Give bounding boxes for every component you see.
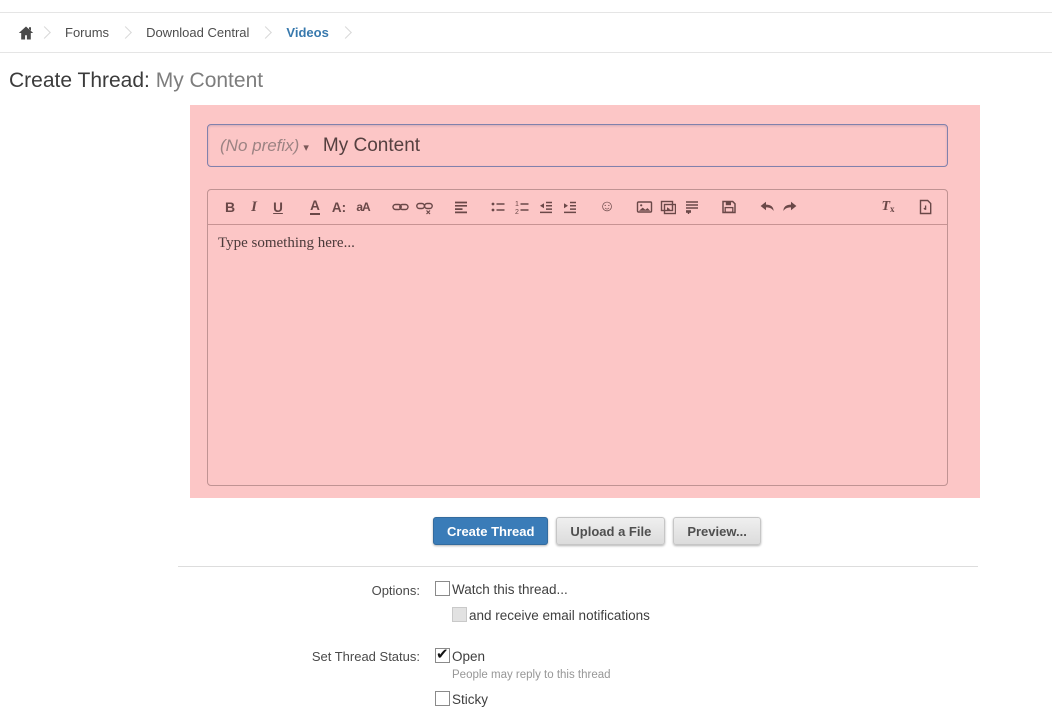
outdent-icon[interactable] [534,194,558,220]
thread-title-value: My Content [323,135,420,157]
editor-toolbar: B I U A A: aA 12 [208,190,947,225]
prefix-dropdown[interactable]: (No prefix) ▾ [220,136,309,156]
sticky-checkbox[interactable] [435,691,450,706]
rich-text-editor: B I U A A: aA 12 [207,189,948,486]
insert-link-icon[interactable] [388,194,412,220]
open-checkbox[interactable] [435,648,450,663]
font-size-icon[interactable]: A: [327,194,351,220]
breadcrumb-label: Forums [59,25,115,40]
breadcrumb-item-videos[interactable]: Videos [280,25,334,40]
text-color-icon[interactable]: A [303,194,327,220]
save-draft-icon[interactable] [717,194,741,220]
bold-icon[interactable]: B [218,194,242,220]
section-divider [178,566,978,567]
sticky-label: Sticky [452,691,488,708]
create-thread-page: Forums Download Central Videos Create Th… [0,0,1052,713]
page-title-thread-name: My Content [156,69,263,92]
open-hint: People may reply to this thread [452,669,611,681]
thread-status-label: Set Thread Status: [0,649,420,664]
ordered-list-icon[interactable]: 12 [510,194,534,220]
svg-text:1: 1 [515,201,519,208]
bb-code-editor-icon[interactable] [913,194,937,220]
insert-quote-icon[interactable] [680,194,704,220]
undo-icon[interactable] [754,194,778,220]
redo-icon[interactable] [778,194,802,220]
breadcrumb-label: Download Central [140,25,255,40]
options-label: Options: [0,583,420,598]
page-title: Create Thread: My Content [9,69,263,93]
unlink-icon[interactable] [412,194,436,220]
remove-formatting-icon[interactable]: Tx [876,194,900,220]
thread-form-highlight-panel: (No prefix) ▾ My Content B I U A A: aA [190,105,980,498]
preview-button[interactable]: Preview... [673,517,761,545]
form-actions: Create Thread Upload a File Preview... [433,517,761,545]
open-label: Open [452,648,485,665]
svg-text:2: 2 [515,209,519,215]
thread-title-input[interactable]: (No prefix) ▾ My Content [207,124,948,167]
watch-thread-checkbox-row[interactable]: Watch this thread... [435,581,568,598]
watch-thread-label: Watch this thread... [452,581,568,598]
unordered-list-icon[interactable] [486,194,510,220]
insert-image-icon[interactable] [632,194,656,220]
sticky-checkbox-row[interactable]: Sticky [435,691,488,708]
insert-media-icon[interactable] [656,194,680,220]
chevron-down-icon: ▾ [303,141,309,154]
alignment-icon[interactable] [449,194,473,220]
open-checkbox-row[interactable]: Open [435,648,485,665]
prefix-dropdown-value: (No prefix) [220,136,299,156]
breadcrumb-separator [119,26,132,39]
create-thread-button[interactable]: Create Thread [433,517,548,545]
home-icon[interactable] [18,25,34,41]
email-notify-label: and receive email notifications [469,607,650,624]
breadcrumb-label: Videos [280,25,334,40]
smilies-icon[interactable]: ☺ [595,194,619,220]
breadcrumb-separator [339,26,352,39]
breadcrumb-item-download-central[interactable]: Download Central [140,25,255,40]
breadcrumb-separator [260,26,273,39]
breadcrumb-item-forums[interactable]: Forums [59,25,115,40]
font-family-icon[interactable]: aA [351,194,375,220]
upload-file-button[interactable]: Upload a File [556,517,665,545]
indent-icon[interactable] [558,194,582,220]
underline-icon[interactable]: U [266,194,290,220]
page-title-prefix: Create Thread: [9,69,150,92]
breadcrumb-separator [38,26,51,39]
italic-icon[interactable]: I [242,194,266,220]
breadcrumb: Forums Download Central Videos [0,12,1052,53]
editor-body[interactable]: Type something here... [208,225,947,486]
email-notify-checkbox-row: and receive email notifications [452,607,650,624]
email-notify-checkbox [452,607,467,622]
editor-placeholder: Type something here... [218,235,355,251]
watch-thread-checkbox[interactable] [435,581,450,596]
